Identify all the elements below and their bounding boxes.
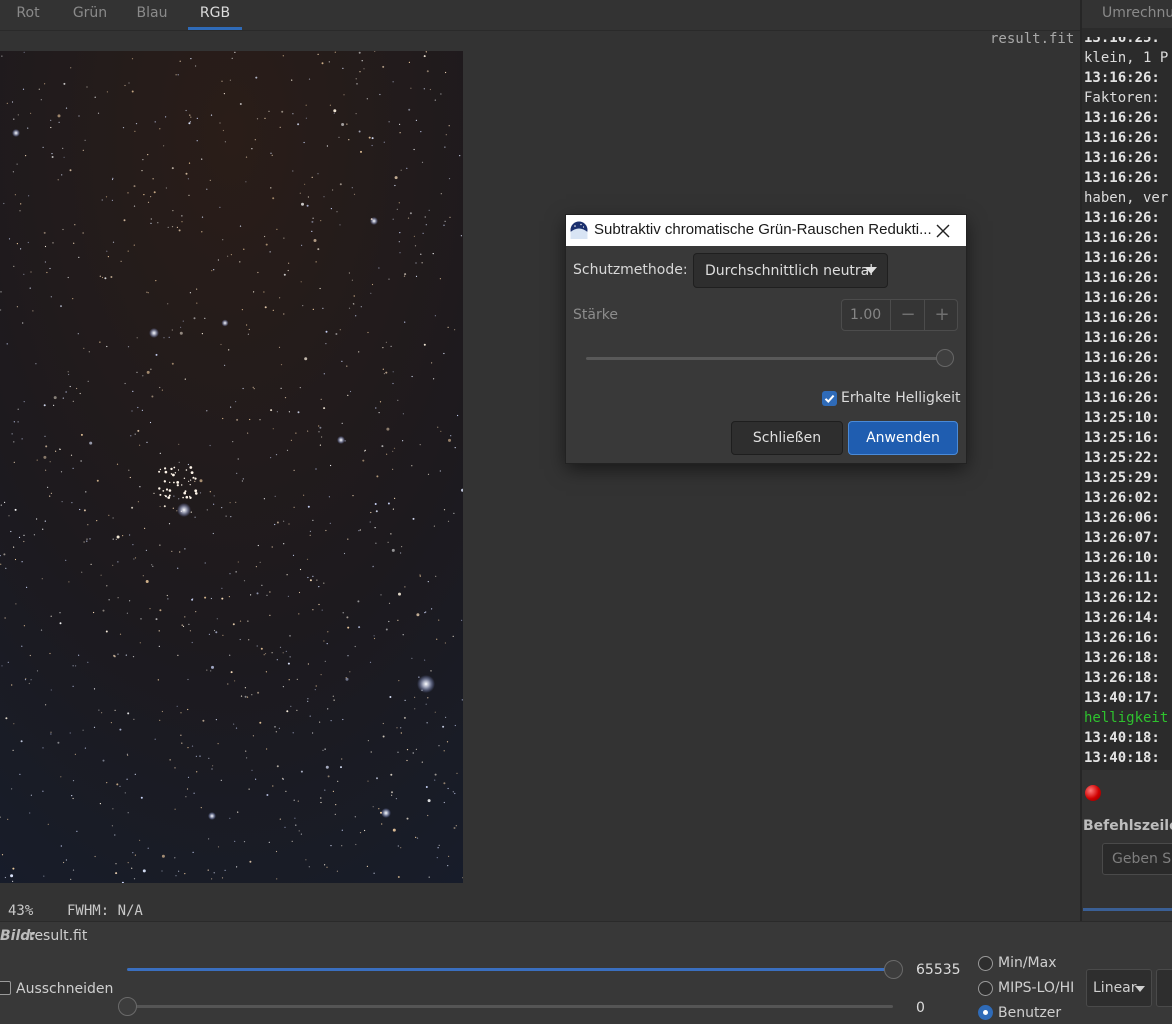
strength-slider-handle[interactable]	[936, 349, 954, 367]
strength-increment-button[interactable]: +	[924, 300, 959, 330]
console-log-line: 13:16:26:	[1084, 110, 1160, 126]
console-log-line: 13:25:16:	[1084, 430, 1160, 446]
stop-indicator-icon[interactable]	[1085, 785, 1101, 801]
console-log-line: 13:26:18:	[1084, 670, 1160, 686]
display-controls-panel: Bild: result.fit Ausschneiden 65535 0 Mi…	[0, 921, 1172, 1024]
strength-decrement-button[interactable]: −	[890, 300, 925, 330]
console-log-line: 13:26:11:	[1084, 570, 1160, 586]
scale-mode-select[interactable]: Linear	[1086, 969, 1152, 1007]
console-log-line: 13:26:06:	[1084, 510, 1160, 526]
tab-umrechnung[interactable]: Umrechnung	[1088, 0, 1172, 30]
strength-spinbox[interactable]: 1.00 − +	[841, 299, 958, 331]
console-log-line: 13:16:26:	[1084, 370, 1160, 386]
console-log-line: 13:26:07:	[1084, 530, 1160, 546]
console-log-line: 13:40:18:	[1084, 730, 1160, 746]
console-log-line: 13:26:10:	[1084, 550, 1160, 566]
command-line-input[interactable]: Geben Sie	[1102, 843, 1172, 875]
dropdown-caret-icon	[1135, 986, 1145, 992]
low-level-slider[interactable]	[127, 1005, 893, 1008]
preserve-brightness-checkbox[interactable]	[822, 391, 837, 406]
green-noise-reduction-dialog: Subtraktiv chromatische Grün-Rauschen Re…	[566, 215, 966, 463]
star-field-image	[0, 51, 463, 883]
console-log-line: 13:16:26:	[1084, 150, 1160, 166]
console-log-line: 13:25:10:	[1084, 410, 1160, 426]
low-level-slider-handle[interactable]	[118, 997, 137, 1016]
preserve-brightness-label[interactable]: Erhalte Helligkeit	[841, 390, 961, 406]
console-log-line: 13:16:26:	[1084, 330, 1160, 346]
apply-button[interactable]: Anwenden	[848, 421, 958, 455]
console-log-line: 13:26:14:	[1084, 610, 1160, 626]
strength-label: Stärke	[573, 307, 618, 323]
scale-mode-value: Linear	[1093, 980, 1137, 996]
console-log-line: haben, ver	[1084, 190, 1169, 206]
app-icon	[570, 221, 588, 239]
dropdown-caret-icon	[865, 267, 877, 274]
console-log-line: 13:16:26:	[1084, 130, 1160, 146]
high-level-value: 65535	[916, 962, 961, 978]
console-log-lines: 13:16:25: klein, 1 P 13:16:26: Faktoren: 13:…	[1082, 28, 1172, 768]
console-log-line: 13:16:26:	[1084, 310, 1160, 326]
console-log-line: 13:16:26:	[1084, 250, 1160, 266]
dialog-title: Subtraktiv chromatische Grün-Rauschen Re…	[594, 221, 932, 238]
crop-label[interactable]: Ausschneiden	[16, 981, 113, 997]
high-level-slider[interactable]	[127, 968, 893, 971]
tab-blau[interactable]: Blau	[126, 0, 178, 30]
console-log-line: 13:16:26:	[1084, 230, 1160, 246]
tab-rot[interactable]: Rot	[4, 0, 52, 30]
radio-minmax-label[interactable]: Min/Max	[998, 955, 1057, 971]
radio-minmax[interactable]	[978, 956, 993, 971]
close-icon[interactable]	[932, 220, 954, 242]
progress-line	[1083, 908, 1172, 911]
protection-method-label: Schutzmethode:	[573, 262, 688, 278]
channel-tab-bar: Rot Grün Blau RGB	[0, 0, 1080, 31]
image-canvas[interactable]	[0, 51, 463, 883]
crop-checkbox[interactable]	[0, 981, 11, 995]
console-log-line: 13:16:26:	[1084, 350, 1160, 366]
protection-method-value: Durchschnittlich neutral	[705, 263, 874, 279]
command-line-label: Befehlszeile	[1083, 818, 1172, 834]
console-log-line: 13:40:17:	[1084, 690, 1160, 706]
console-log-line: 13:26:16:	[1084, 630, 1160, 646]
console-log-line: 13:26:18:	[1084, 650, 1160, 666]
console-log-line: 13:16:26:	[1084, 170, 1160, 186]
fwhm-readout: FWHM: N/A	[67, 903, 143, 919]
zoom-readout: 43%	[8, 903, 34, 919]
console-log-line: Faktoren:	[1084, 90, 1160, 106]
radio-mips-lo-hi-label[interactable]: MIPS-LO/HI	[998, 980, 1074, 996]
radio-user-label[interactable]: Benutzer	[998, 1005, 1061, 1021]
strength-value[interactable]: 1.00	[850, 307, 881, 323]
console-log-line: 13:16:26:	[1084, 390, 1160, 406]
console-log-line: 13:16:26:	[1084, 290, 1160, 306]
image-name: result.fit	[29, 928, 88, 944]
low-level-value: 0	[916, 1000, 925, 1016]
console-log-line: 13:25:29:	[1084, 470, 1160, 486]
console-log-line: 13:25:22:	[1084, 450, 1160, 466]
console-log-line: 13:26:12:	[1084, 590, 1160, 606]
image-filename-overlay: result.fit	[990, 31, 1075, 47]
console-log-line: 13:16:26:	[1084, 70, 1160, 86]
scale-options-button[interactable]	[1156, 969, 1172, 1007]
console-log-line: 13:16:26:	[1084, 210, 1160, 226]
tab-rgb[interactable]: RGB	[188, 0, 242, 30]
console-log-line: 13:40:18:	[1084, 750, 1160, 766]
protection-method-select[interactable]: Durchschnittlich neutral	[693, 253, 888, 288]
console-log-line: helligkeit	[1084, 710, 1169, 726]
console-log-line: 13:26:02:	[1084, 490, 1160, 506]
radio-mips-lo-hi[interactable]	[978, 981, 993, 996]
radio-user[interactable]	[978, 1005, 993, 1020]
strength-slider[interactable]	[586, 357, 946, 360]
console-log-line: klein, 1 P	[1084, 50, 1169, 66]
high-level-slider-handle[interactable]	[884, 960, 903, 979]
console-log[interactable]: 13:16:25: klein, 1 P 13:16:26: Faktoren: 13:…	[1082, 28, 1172, 770]
console-log-line: 13:16:26:	[1084, 270, 1160, 286]
tab-gruen[interactable]: Grün	[64, 0, 116, 30]
dialog-titlebar[interactable]: Subtraktiv chromatische Grün-Rauschen Re…	[566, 215, 966, 246]
checkmark-icon	[824, 394, 835, 403]
close-button[interactable]: Schließen	[731, 421, 843, 455]
